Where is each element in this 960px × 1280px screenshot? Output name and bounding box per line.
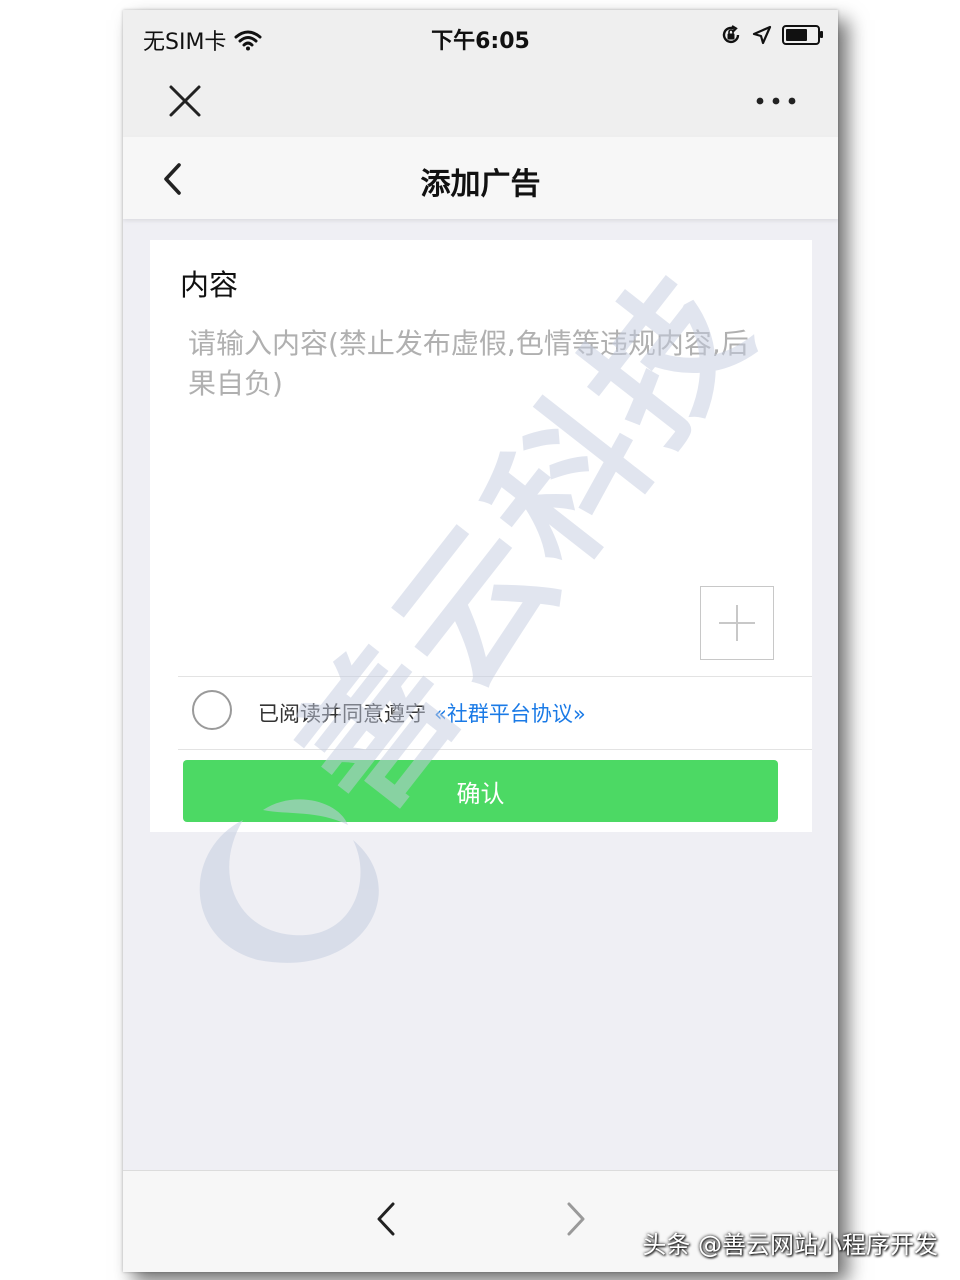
status-right [720, 24, 823, 46]
agree-text: 已阅读并同意遵守 «社群平台协议» [258, 698, 586, 728]
confirm-button[interactable]: 确认 [183, 760, 778, 822]
content-label: 内容 [180, 268, 239, 302]
agreement-link[interactable]: «社群平台协议» [434, 702, 586, 726]
more-dots-icon[interactable] [754, 91, 798, 111]
agree-label: 已阅读并同意遵守 [258, 702, 426, 726]
location-arrow-icon [752, 25, 772, 45]
battery-fill [786, 29, 807, 41]
mini-program-capsule-bar [123, 65, 838, 137]
agreement-row: 已阅读并同意遵守 «社群平台协议» [178, 677, 812, 749]
back-arrow-icon[interactable] [373, 1199, 401, 1239]
navigation-bar: 添加广告 [123, 137, 838, 219]
content-textarea[interactable] [188, 324, 768, 564]
page-title: 添加广告 [420, 167, 541, 202]
image-upload-button[interactable] [700, 586, 774, 660]
phone-screen: 无SIM卡 下午6:05 添加广告 内容 请输入内容(禁止发布虚假,色情等违规内… [123, 10, 838, 1272]
agree-radio[interactable] [192, 690, 232, 730]
close-icon[interactable] [165, 81, 205, 121]
forward-arrow-icon[interactable] [561, 1199, 589, 1239]
status-bar: 无SIM卡 下午6:05 [123, 10, 838, 65]
battery-icon [782, 25, 823, 45]
plus-icon [719, 605, 755, 641]
source-caption: 头条 @善云网站小程序开发 [642, 1231, 938, 1259]
orientation-lock-icon [722, 25, 740, 44]
ad-form-card: 内容 已阅读并同意遵守 «社群平台协议» 确认 [150, 240, 812, 832]
divider [178, 749, 812, 750]
